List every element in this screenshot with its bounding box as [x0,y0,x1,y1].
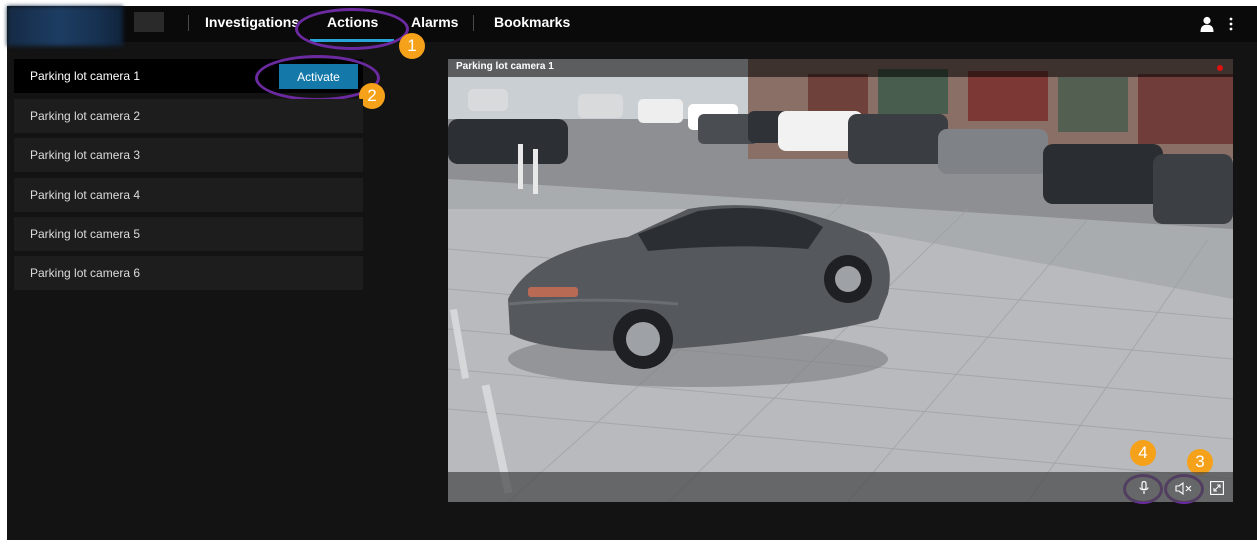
nav-divider [188,15,189,31]
callout-badge-1: 1 [399,33,425,59]
tab-bookmarks[interactable]: Bookmarks [494,14,570,30]
video-title: Parking lot camera 1 [456,61,554,72]
microphone-icon[interactable] [1138,481,1150,495]
video-title-bar: Parking lot camera 1 [448,59,1233,77]
camera-list-item[interactable]: Parking lot camera 4 [14,178,363,212]
user-icon[interactable] [1200,16,1214,32]
callout-badge-4: 4 [1130,440,1156,466]
menu-placeholder [134,12,164,32]
blurred-logo [7,6,123,46]
callout-ring [295,8,409,50]
camera-list-item[interactable]: Parking lot camera 3 [14,138,363,172]
expand-icon[interactable] [1210,481,1224,495]
recording-indicator [1217,65,1223,71]
nav-divider [473,15,474,31]
speaker-muted-icon[interactable] [1175,482,1193,495]
camera-list-item[interactable]: Parking lot camera 5 [14,217,363,251]
more-options-icon[interactable] [1229,17,1233,31]
camera-list-item[interactable]: Parking lot camera 6 [14,256,363,290]
video-tile[interactable]: Parking lot camera 1 [448,59,1233,502]
app-window: Investigations Actions Alarms Bookmarks … [7,6,1257,540]
top-navigation-bar: Investigations Actions Alarms Bookmarks [7,6,1257,46]
camera-video-feed [448,59,1233,502]
tab-investigations[interactable]: Investigations [205,14,299,30]
video-control-bar [448,472,1233,502]
camera-list-item[interactable]: Parking lot camera 2 [14,99,363,133]
tab-alarms[interactable]: Alarms [411,14,458,30]
